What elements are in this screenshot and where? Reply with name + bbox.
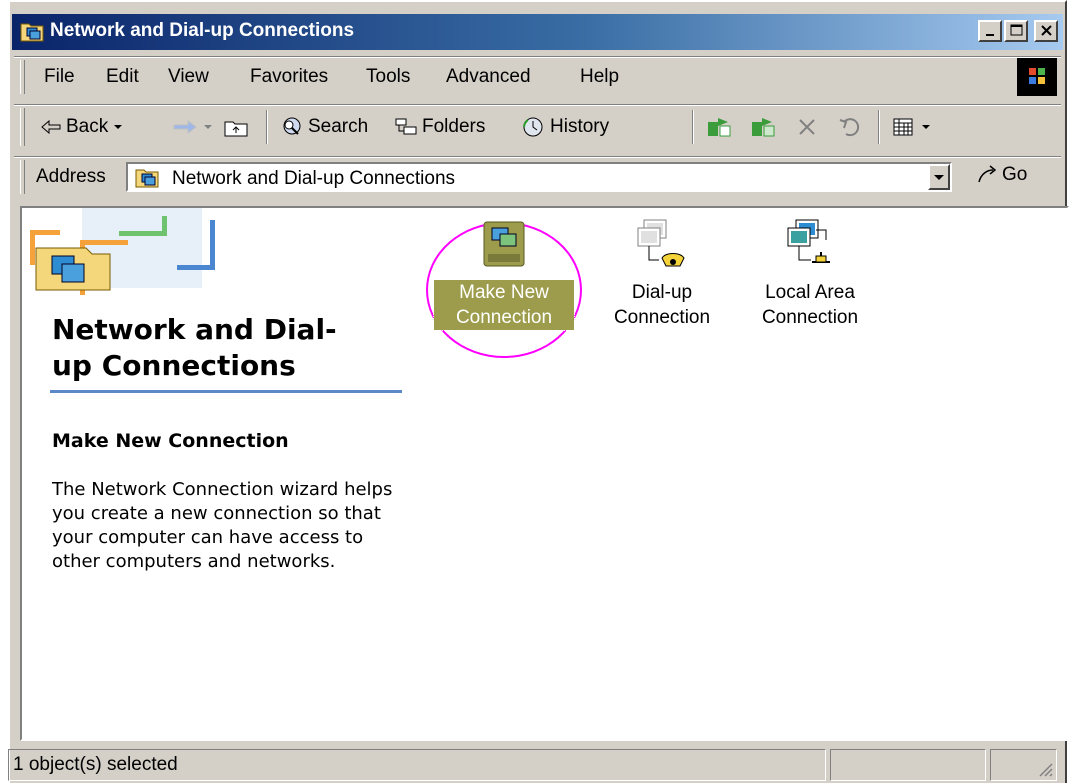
make-new-connection-label-line1: Make New (459, 282, 549, 303)
selected-item-description: The Network Connection wizard helps you … (52, 479, 393, 572)
minimize-button[interactable] (978, 20, 1002, 42)
search-label: Search (308, 116, 369, 137)
menu-help[interactable]: Help (580, 66, 619, 88)
close-button[interactable] (1034, 20, 1058, 42)
toolbar-top-divider (14, 104, 1061, 106)
menu-favorites[interactable]: Favorites (250, 66, 328, 88)
move-to-icon (708, 118, 731, 137)
menu-advanced[interactable]: Advanced (446, 66, 531, 88)
selected-item-heading: Make New Connection (52, 430, 289, 452)
chevron-down-icon (114, 125, 123, 129)
menu-view[interactable]: View (168, 66, 209, 88)
maximize-icon (1010, 24, 1023, 36)
address-input[interactable]: Network and Dial-up Connections (126, 162, 952, 192)
menu-file[interactable]: File (44, 66, 75, 88)
search-icon (283, 117, 301, 135)
go-label: Go (1002, 164, 1028, 185)
windows-logo (1017, 58, 1057, 96)
up-folder-button[interactable] (224, 112, 248, 142)
views-icon (893, 118, 913, 136)
toolbar-separator (692, 110, 694, 144)
network-folder-icon (20, 20, 44, 42)
toolbar-separator (878, 110, 880, 144)
make-new-connection-label: Make New Connection (433, 279, 575, 331)
folders-button[interactable]: Folders (394, 112, 485, 142)
address-bar: Address Network and Dial-up Connections … (14, 156, 1061, 198)
folders-label: Folders (422, 116, 486, 137)
chevron-down-icon (922, 125, 930, 129)
menubar-grip[interactable] (20, 60, 25, 94)
close-icon (1041, 25, 1052, 36)
back-button[interactable]: Back (40, 112, 124, 142)
status-cell-2 (830, 749, 986, 781)
page-title: Network and Dial- up Connections (52, 312, 382, 384)
status-cell-3 (990, 749, 1057, 781)
go-arrow-icon (978, 165, 997, 183)
history-label: History (550, 116, 610, 137)
maximize-button[interactable] (1004, 20, 1028, 42)
local-area-connection-icon (787, 219, 830, 263)
dialup-connection-item[interactable]: Dial-up Connection (592, 218, 732, 330)
local-area-connection-label-line2: Connection (761, 307, 859, 328)
forward-button[interactable] (172, 112, 214, 142)
menu-edit[interactable]: Edit (106, 66, 139, 88)
folders-icon (395, 118, 417, 135)
addressbar-top-divider (14, 156, 1061, 158)
page-title-line1: Network and Dial- (52, 313, 337, 346)
history-icon (523, 117, 543, 137)
make-new-connection-icon (483, 221, 525, 267)
menu-bar: File Edit View Favorites Tools Advanced … (14, 56, 1061, 98)
history-button[interactable]: History (520, 112, 609, 142)
chevron-down-icon (934, 175, 944, 180)
address-value: Network and Dial-up Connections (172, 168, 456, 189)
delete-button[interactable] (796, 112, 818, 142)
menubar-top-divider (14, 56, 1061, 58)
copy-to-icon (752, 118, 775, 137)
dialup-connection-label-line2: Connection (613, 307, 711, 328)
status-bar: 1 object(s) selected (8, 747, 1057, 783)
search-button[interactable]: Search (280, 112, 368, 142)
menu-tools[interactable]: Tools (366, 66, 410, 88)
views-button[interactable] (892, 112, 932, 142)
addressbar-grip[interactable] (20, 160, 25, 194)
windows-flag-icon (1029, 68, 1045, 84)
content-pane: Network and Dial- up Connections Make Ne… (20, 206, 1069, 741)
forward-arrow-icon (173, 120, 197, 134)
status-main-cell: 1 object(s) selected (8, 749, 826, 781)
minimize-icon (986, 34, 994, 36)
delete-icon (799, 119, 815, 135)
back-label: Back (66, 116, 109, 137)
network-folder-icon (134, 166, 160, 194)
local-area-connection-item[interactable]: Local Area Connection (740, 218, 880, 330)
undo-button[interactable] (838, 112, 862, 142)
move-to-button[interactable] (706, 112, 734, 142)
toolbar-separator (266, 110, 268, 144)
chevron-down-icon (204, 125, 212, 129)
local-area-connection-label-line1: Local Area (765, 282, 855, 303)
title-bar[interactable]: Network and Dial-up Connections (12, 14, 1063, 50)
standard-toolbar: Back Search Folders History (14, 104, 1061, 150)
window-title: Network and Dial-up Connections (50, 20, 355, 41)
dialup-connection-label-line1: Dial-up (631, 282, 693, 303)
undo-icon (839, 118, 860, 137)
copy-to-button[interactable] (750, 112, 778, 142)
go-button[interactable]: Go (976, 164, 1027, 186)
resize-grip-icon[interactable] (1036, 760, 1054, 778)
dialup-connection-icon (637, 219, 685, 267)
back-arrow-icon (41, 119, 61, 135)
status-text: 1 object(s) selected (13, 754, 178, 775)
toolbar-grip[interactable] (20, 108, 25, 146)
page-title-line2: up Connections (52, 349, 296, 382)
up-folder-icon (224, 121, 248, 137)
title-divider (50, 390, 402, 393)
address-dropdown-button[interactable] (928, 164, 950, 190)
explorer-window: Network and Dial-up Connections File Edi… (8, 0, 1069, 783)
address-label: Address (36, 166, 106, 187)
network-banner-graphic (30, 208, 402, 308)
make-new-connection-label-line2: Connection (455, 307, 553, 328)
make-new-connection-item[interactable]: Make New Connection (433, 218, 575, 331)
